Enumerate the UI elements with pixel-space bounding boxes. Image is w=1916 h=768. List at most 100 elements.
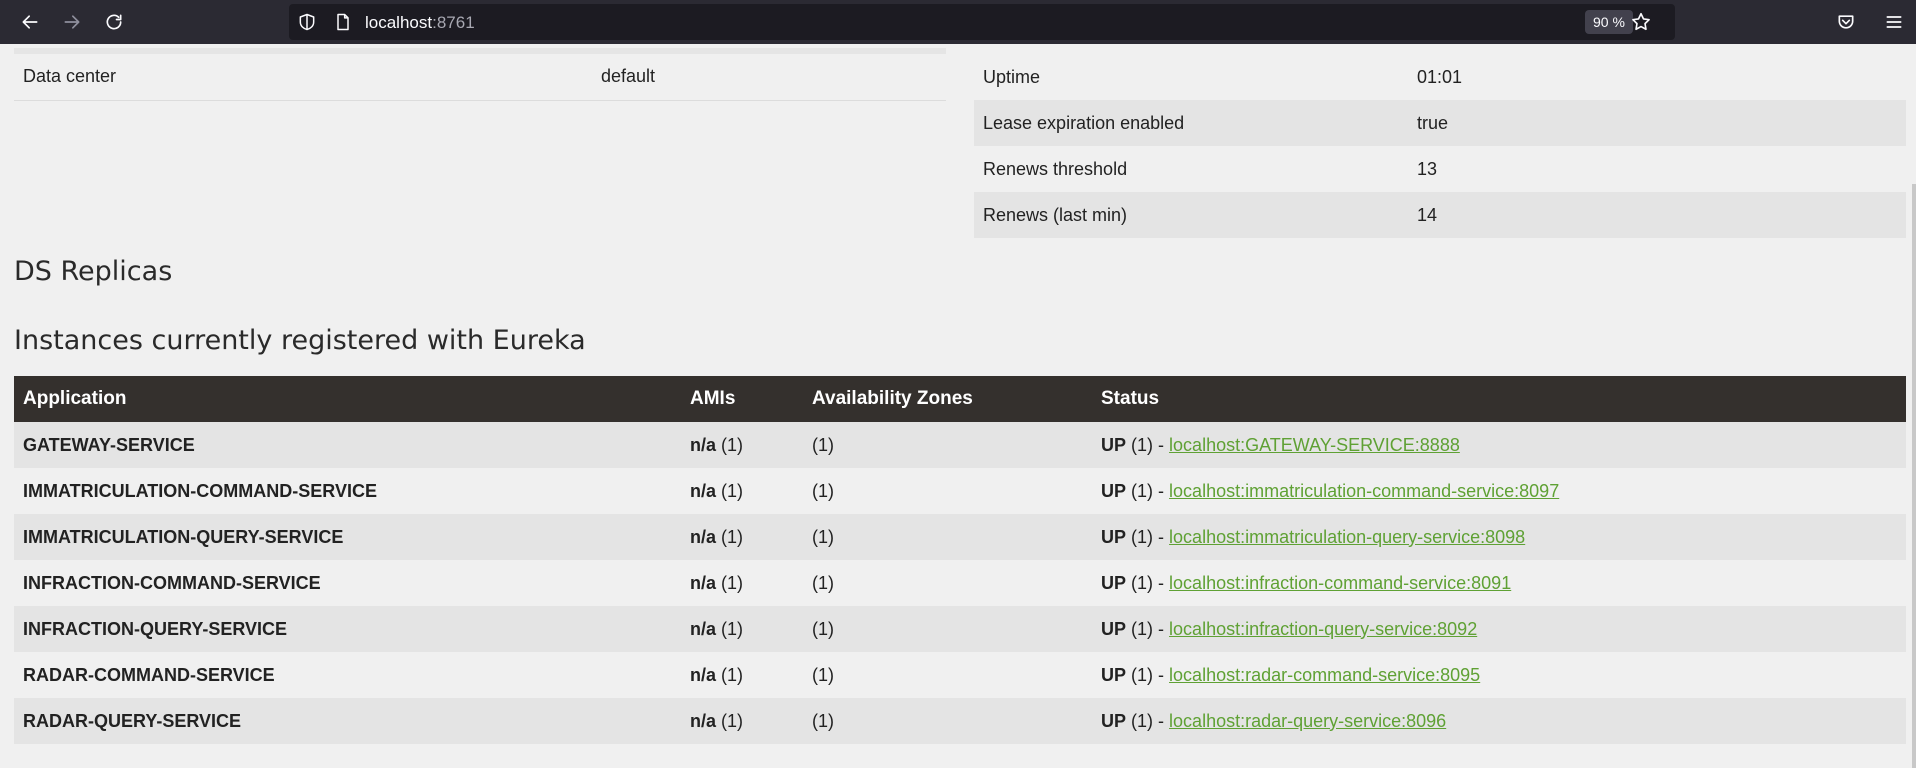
- application-name: INFRACTION-QUERY-SERVICE: [14, 606, 681, 652]
- url-host: localhost: [365, 13, 433, 32]
- browser-toolbar: localhost:8761 90 %: [0, 0, 1916, 44]
- ami-cell: n/a (1): [681, 468, 803, 514]
- pocket-icon: [1838, 15, 1854, 29]
- table-row: RADAR-QUERY-SERVICE n/a (1) (1) UP (1) -…: [14, 698, 1906, 744]
- ami-label: n/a: [690, 480, 717, 501]
- status-cell: UP (1) - localhost:immatriculation-query…: [1092, 514, 1906, 560]
- status-count: (1) -: [1131, 618, 1165, 639]
- table-row: INFRACTION-QUERY-SERVICE n/a (1) (1) UP …: [14, 606, 1906, 652]
- instance-link[interactable]: localhost:infraction-query-service:8092: [1169, 619, 1477, 639]
- status-label: UP: [1101, 618, 1127, 639]
- column-header: Application: [14, 376, 681, 422]
- ami-count: (1): [721, 710, 744, 731]
- ami-count: (1): [721, 434, 744, 455]
- ami-label: n/a: [690, 710, 717, 731]
- info-value: 14: [1408, 192, 1906, 238]
- table-row: GATEWAY-SERVICE n/a (1) (1) UP (1) - loc…: [14, 422, 1906, 468]
- instance-link[interactable]: localhost:immatriculation-command-servic…: [1169, 481, 1559, 501]
- info-label: Uptime: [983, 66, 1041, 87]
- ami-count: (1): [721, 572, 744, 593]
- table-row: Renews threshold 13: [974, 146, 1906, 192]
- instance-link[interactable]: localhost:radar-command-service:8095: [1169, 665, 1480, 685]
- info-label: Lease expiration enabled: [974, 100, 1408, 146]
- info-value: 13: [1417, 158, 1438, 179]
- availability-zones: (1): [812, 664, 834, 685]
- info-value: true: [1408, 100, 1906, 146]
- status-cell: UP (1) - localhost:radar-query-service:8…: [1092, 698, 1906, 744]
- info-label: Renews threshold: [983, 158, 1128, 179]
- instance-link[interactable]: localhost:immatriculation-query-service:…: [1169, 527, 1525, 547]
- status-cell: UP (1) - localhost:immatriculation-comma…: [1092, 468, 1906, 514]
- ami-cell: n/a (1): [681, 422, 803, 468]
- ami-label: n/a: [690, 434, 717, 455]
- arrow-right-icon: [64, 15, 80, 29]
- info-label: Data center: [14, 54, 592, 101]
- reload-button[interactable]: [94, 2, 134, 42]
- status-label: UP: [1101, 710, 1127, 731]
- ami-count: (1): [721, 618, 744, 639]
- url-bar[interactable]: localhost:8761 90 %: [289, 4, 1675, 40]
- url-text[interactable]: localhost:8761: [365, 13, 475, 33]
- status-count: (1) -: [1131, 480, 1165, 501]
- forward-button[interactable]: [52, 2, 92, 42]
- bookmark-star-icon[interactable]: [1629, 10, 1653, 34]
- page-scrollbar[interactable]: [1912, 184, 1916, 768]
- instance-link[interactable]: localhost:infraction-command-service:809…: [1169, 573, 1511, 593]
- availability-zones: (1): [803, 606, 1092, 652]
- ami-label: n/a: [690, 618, 717, 639]
- status-cell: UP (1) - localhost:infraction-query-serv…: [1092, 606, 1906, 652]
- status-label: UP: [1101, 526, 1127, 547]
- ami-count: (1): [721, 664, 744, 685]
- status-cell: UP (1) - localhost:radar-command-service…: [1092, 652, 1906, 698]
- pocket-button[interactable]: [1826, 2, 1866, 42]
- table-row: INFRACTION-COMMAND-SERVICE n/a (1) (1) U…: [14, 560, 1906, 606]
- status-cell: UP (1) - localhost:infraction-command-se…: [1092, 560, 1906, 606]
- shield-icon[interactable]: [297, 12, 317, 32]
- application-name: IMMATRICULATION-COMMAND-SERVICE: [23, 480, 377, 501]
- reload-icon: [106, 14, 122, 30]
- url-port: :8761: [432, 13, 475, 32]
- availability-zones: (1): [803, 422, 1092, 468]
- table-header-row: Application AMIs Availability Zones Stat…: [14, 376, 1906, 422]
- table-row: IMMATRICULATION-COMMAND-SERVICE n/a (1) …: [14, 468, 1906, 514]
- page-icon[interactable]: [333, 12, 353, 32]
- table-row: Data center default: [14, 54, 946, 101]
- status-label: UP: [1101, 664, 1127, 685]
- zoom-indicator[interactable]: 90 %: [1585, 10, 1633, 34]
- info-value: default: [592, 54, 946, 101]
- status-count: (1) -: [1131, 572, 1165, 593]
- menu-button[interactable]: [1874, 2, 1914, 42]
- column-header: Availability Zones: [803, 376, 1092, 422]
- application-name: RADAR-COMMAND-SERVICE: [23, 664, 275, 685]
- availability-zones: (1): [803, 698, 1092, 744]
- table-row: RADAR-COMMAND-SERVICE n/a (1) (1) UP (1)…: [14, 652, 1906, 698]
- table-row: Uptime 01:01: [974, 54, 1906, 100]
- back-button[interactable]: [10, 2, 50, 42]
- table-row: Lease expiration enabled true: [974, 100, 1906, 146]
- ami-label: n/a: [690, 526, 717, 547]
- status-cell: UP (1) - localhost:GATEWAY-SERVICE:8888: [1092, 422, 1906, 468]
- hamburger-menu-icon: [1886, 16, 1902, 28]
- availability-zones: (1): [812, 480, 834, 501]
- availability-zones: (1): [812, 572, 834, 593]
- ami-cell: n/a (1): [681, 606, 803, 652]
- info-value: 01:01: [1417, 66, 1463, 87]
- application-name: RADAR-QUERY-SERVICE: [14, 698, 681, 744]
- instances-table: Application AMIs Availability Zones Stat…: [14, 376, 1906, 744]
- ami-count: (1): [721, 480, 744, 501]
- instance-link[interactable]: localhost:GATEWAY-SERVICE:8888: [1169, 435, 1460, 455]
- status-count: (1) -: [1131, 526, 1165, 547]
- status-label: UP: [1101, 572, 1127, 593]
- status-label: UP: [1101, 480, 1127, 501]
- ami-label: n/a: [690, 664, 717, 685]
- instance-link[interactable]: localhost:radar-query-service:8096: [1169, 711, 1446, 731]
- toolbar-right: [1826, 2, 1914, 42]
- application-name: INFRACTION-COMMAND-SERVICE: [23, 572, 321, 593]
- table-row: IMMATRICULATION-QUERY-SERVICE n/a (1) (1…: [14, 514, 1906, 560]
- ami-label: n/a: [690, 572, 717, 593]
- status-label: UP: [1101, 434, 1127, 455]
- ami-cell: n/a (1): [681, 652, 803, 698]
- application-name: GATEWAY-SERVICE: [14, 422, 681, 468]
- column-header: AMIs: [681, 376, 803, 422]
- instances-heading: Instances currently registered with Eure…: [14, 325, 586, 356]
